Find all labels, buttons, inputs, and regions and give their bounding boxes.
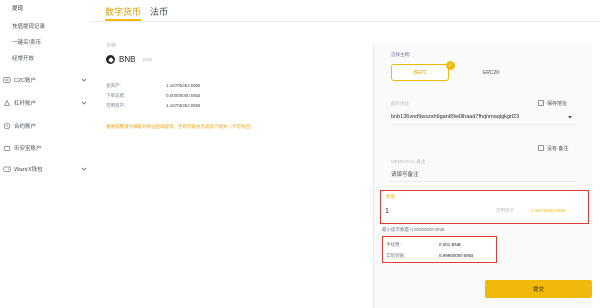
sidebar-item-label: 经常开放 — [12, 56, 35, 62]
address-input[interactable]: bnb136vnd9wszsh9gan89w0lhaad7fhqhmaqlgkg… — [391, 114, 519, 120]
caret-down-icon[interactable] — [567, 114, 573, 120]
coin-field-label: 币种 — [106, 43, 117, 49]
coin-symbol: BNB — [119, 55, 136, 64]
save-address-checkbox[interactable] — [538, 100, 544, 106]
tab-fiat[interactable]: 法币 — [150, 5, 168, 18]
withdraw-notice: 重要提醒请仔细核对地址后再提现，否则可能会造成资产损失（不可找回） — [106, 124, 255, 129]
futures-icon — [3, 122, 11, 130]
sidebar: 提现 充值提现记录 一键买/卖币 经常开放 C2C账户 杠杆账户 合约账户 币安… — [0, 0, 91, 308]
divider — [391, 181, 576, 182]
sidebar-item-wazirx[interactable]: WazirX钱包 — [0, 163, 91, 175]
no-memo-checkbox[interactable] — [538, 145, 544, 151]
coin-select[interactable]: BNB BNB — [106, 53, 379, 67]
main-content: 数字货币 法币 币种 BNB BNB 总资产: 1.16705354 BNB 下… — [91, 0, 600, 308]
network-label: 选择主网: — [391, 52, 411, 57]
fee-label: 手续费: — [386, 242, 401, 247]
sidebar-item-futures[interactable]: 合约账户 — [0, 120, 91, 132]
margin-icon — [4, 99, 10, 106]
network-option-label: ERC20 — [482, 69, 500, 76]
tab-bar: 数字货币 法币 — [91, 0, 600, 22]
sidebar-item-label: 一键买/卖币 — [12, 40, 42, 46]
submit-button[interactable]: 提交 — [485, 280, 592, 298]
divider — [91, 21, 600, 22]
sidebar-item-label: 杠杆账户 — [14, 101, 37, 107]
amount-label: 数量 — [386, 194, 395, 199]
frozen-balance-value: 0.00000000 BNB — [166, 93, 201, 98]
network-option-bep2[interactable]: BEP2 — [391, 64, 449, 81]
amount-input[interactable] — [385, 205, 475, 217]
total-balance-label: 总资产: — [106, 83, 121, 88]
sidebar-item-label: 提现 — [12, 6, 24, 12]
coin-name: BNB — [143, 57, 153, 62]
savings-icon — [3, 145, 11, 151]
sidebar-item-savings[interactable]: 币安宝账户 — [0, 142, 91, 154]
tab-crypto[interactable]: 数字货币 — [105, 5, 141, 18]
no-memo-label: 没有 备注 — [547, 146, 569, 152]
sidebar-item-margin[interactable]: 杠杆账户 — [0, 97, 91, 109]
sidebar-item-history[interactable]: 充值提现记录 — [0, 21, 91, 31]
amount-field-highlight: 数量 可用资产: 1.16705354 BNB — [380, 190, 589, 224]
chevron-down-icon — [81, 78, 87, 82]
wallet-withdraw-page: 提现 充值提现记录 一键买/卖币 经常开放 C2C账户 杠杆账户 合约账户 币安… — [0, 0, 600, 308]
memo-input[interactable]: 请填写备注 — [391, 170, 419, 178]
sidebar-item-quick-buy[interactable]: 一键买/卖币 — [0, 37, 91, 47]
chevron-down-icon — [81, 101, 87, 105]
available-label: 可用资产: — [496, 208, 516, 213]
check-icon: ✓ — [446, 61, 455, 70]
received-value: 0.99900000 BNB — [439, 253, 474, 258]
sidebar-item-label: 合约账户 — [14, 124, 37, 130]
frozen-balance-label: 下单冻结: — [106, 93, 126, 98]
wallet-icon — [3, 166, 11, 172]
bnb-coin-icon — [106, 55, 115, 64]
sidebar-item-open[interactable]: 经常开放 — [0, 53, 91, 63]
received-label: 实际到账: — [386, 253, 406, 258]
sidebar-item-label: 充值提现记录 — [12, 24, 46, 30]
c2c-icon — [3, 77, 11, 83]
available-balance-label: 可用资产: — [106, 103, 126, 108]
sidebar-item-withdraw[interactable]: 提现 — [0, 3, 91, 13]
withdraw-form: 选择主网: BEP2 ✓ ERC20 提币地址 保存地址 bnb136vnd9w… — [373, 44, 592, 308]
network-option-erc20[interactable]: ERC20 — [476, 64, 506, 81]
sidebar-item-label: C2C账户 — [14, 78, 37, 84]
memo-label: MEMO/TAG 备注 — [391, 159, 426, 164]
sidebar-item-label: WazirX钱包 — [14, 167, 43, 173]
fee-value: 0.001 BNB — [439, 242, 461, 247]
save-address-label: 保存地址 — [547, 101, 568, 107]
sidebar-item-label: 币安宝账户 — [14, 146, 42, 152]
divider — [391, 124, 576, 125]
total-balance-value: 1.16705354 BNB — [166, 83, 201, 88]
chevron-down-icon — [81, 167, 87, 171]
address-label: 提币地址 — [391, 101, 409, 106]
available-balance-value: 1.16705354 BNB — [166, 103, 201, 108]
sidebar-item-c2c[interactable]: C2C账户 — [0, 74, 91, 86]
min-amount-text: 最小提币数量 0.00000000 BNB — [382, 227, 445, 232]
fee-summary-highlight: 手续费: 0.001 BNB 实际到账: 0.99900000 BNB — [382, 236, 497, 263]
available-value[interactable]: 1.16705354 BNB — [531, 208, 565, 213]
network-option-label: BEP2 — [413, 69, 427, 76]
